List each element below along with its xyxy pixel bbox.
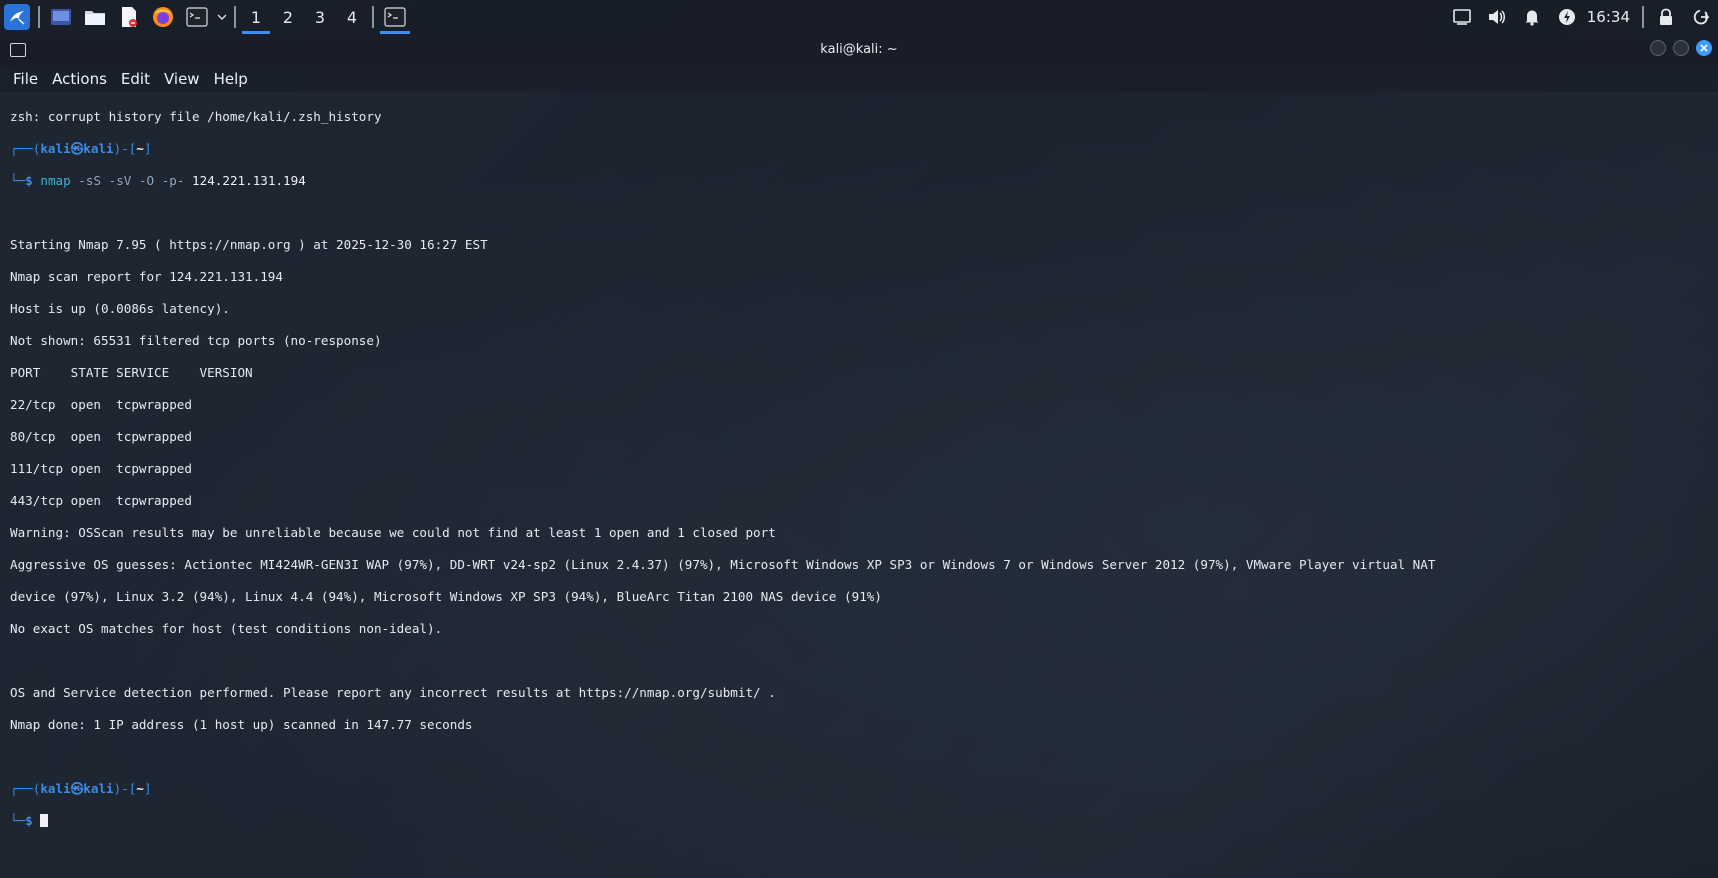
bell-icon[interactable] [1515, 0, 1550, 34]
menu-help[interactable]: Help [207, 70, 255, 88]
terminal-line: OS and Service detection performed. Plea… [10, 685, 776, 700]
firefox-icon[interactable] [146, 0, 180, 34]
menu-edit[interactable]: Edit [114, 70, 157, 88]
prompt-host: kali [83, 141, 114, 156]
prompt-dir: ~ [136, 141, 144, 156]
prompt-dir: ~ [136, 781, 144, 796]
close-button[interactable] [1696, 40, 1712, 56]
command-args: -sS -sV -O -p- [78, 173, 185, 188]
command-name: nmap [40, 173, 71, 188]
panel-separator [1642, 6, 1644, 28]
terminal-line: No exact OS matches for host (test condi… [10, 621, 443, 636]
volume-icon[interactable] [1480, 0, 1515, 34]
prompt-line: ┌──(kali㉿kali)-[~] [10, 141, 152, 156]
terminal-line: Host is up (0.0086s latency). [10, 301, 230, 316]
terminal-line: Aggressive OS guesses: Actiontec MI424WR… [10, 557, 1436, 572]
workspace-3[interactable]: 3 [304, 0, 336, 34]
window-titlebar[interactable]: kali@kali: ~ [0, 34, 1718, 66]
window-title: kali@kali: ~ [820, 42, 898, 57]
window-controls [1650, 40, 1712, 56]
terminal-line: Not shown: 65531 filtered tcp ports (no-… [10, 333, 382, 348]
maximize-button[interactable] [1673, 40, 1689, 56]
terminal-icon[interactable] [180, 0, 214, 34]
terminal-line: Starting Nmap 7.95 ( https://nmap.org ) … [10, 237, 488, 252]
terminal-line: Nmap done: 1 IP address (1 host up) scan… [10, 717, 473, 732]
command-target: 124.221.131.194 [192, 173, 306, 188]
prompt-dollar: $ [25, 173, 33, 188]
panel-separator [38, 6, 40, 28]
close-icon [1700, 44, 1708, 52]
prompt-line: ┌──(kali㉿kali)-[~] [10, 781, 152, 796]
menu-actions[interactable]: Actions [45, 70, 114, 88]
taskbar-terminal-window[interactable] [378, 0, 412, 34]
chevron-down-icon[interactable] [214, 0, 230, 34]
menu-bar: File Actions Edit View Help [0, 66, 1718, 92]
prompt-user: kali [40, 781, 71, 796]
prompt-host: kali [83, 781, 114, 796]
terminal-icon [384, 7, 406, 27]
display-icon[interactable] [1445, 0, 1480, 34]
prompt-dollar: $ [25, 813, 33, 828]
panel-separator [234, 6, 236, 28]
prompt-separator: ㉿ [70, 141, 84, 156]
terminal-output[interactable]: zsh: corrupt history file /home/kali/.zs… [10, 93, 1708, 861]
clock[interactable]: 16:34 [1585, 8, 1638, 26]
workspace-1[interactable]: 1 [240, 0, 272, 34]
terminal-line: device (97%), Linux 3.2 (94%), Linux 4.4… [10, 589, 882, 604]
text-editor-icon[interactable] [112, 0, 146, 34]
prompt-separator: ㉿ [70, 781, 84, 796]
text-cursor [40, 814, 49, 827]
terminal-line: 111/tcp open tcpwrapped [10, 461, 192, 476]
terminal-line: 80/tcp open tcpwrapped [10, 429, 192, 444]
lock-icon[interactable] [1648, 0, 1683, 34]
desktop: 1 2 3 4 16:34 kali@kali: ~ File Actions … [0, 0, 1718, 878]
logout-icon[interactable] [1683, 0, 1718, 34]
top-panel: 1 2 3 4 16:34 [0, 0, 1718, 34]
terminal-line: 443/tcp open tcpwrapped [10, 493, 192, 508]
workspace-4[interactable]: 4 [336, 0, 368, 34]
terminal-line: PORT STATE SERVICE VERSION [10, 365, 253, 380]
panel-separator [372, 6, 374, 28]
menu-view[interactable]: View [157, 70, 207, 88]
power-manager-icon[interactable] [1550, 0, 1585, 34]
workspace-2[interactable]: 2 [272, 0, 304, 34]
terminal-line: 22/tcp open tcpwrapped [10, 397, 192, 412]
terminal-line: zsh: corrupt history file /home/kali/.zs… [10, 109, 382, 124]
file-manager-icon[interactable] [78, 0, 112, 34]
menu-file[interactable]: File [6, 70, 45, 88]
minimize-button[interactable] [1650, 40, 1666, 56]
system-tray: 16:34 [1445, 0, 1718, 34]
active-prompt-line[interactable]: └─$ [10, 813, 1708, 829]
terminal-line: Warning: OSScan results may be unreliabl… [10, 525, 776, 540]
terminal-line: Nmap scan report for 124.221.131.194 [10, 269, 283, 284]
command-line: └─$ nmap -sS -sV -O -p- 124.221.131.194 [10, 173, 306, 188]
prompt-user: kali [40, 141, 71, 156]
kali-dragon-icon[interactable] [0, 0, 34, 34]
show-desktop-icon[interactable] [44, 0, 78, 34]
